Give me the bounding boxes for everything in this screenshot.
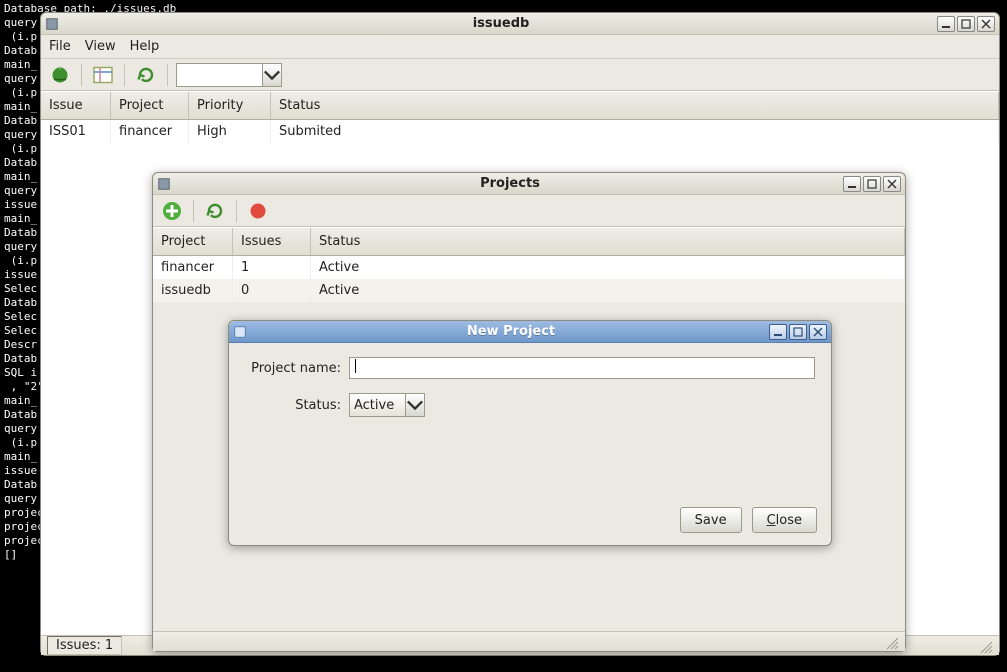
minimize-button[interactable] [769,324,787,340]
menu-help[interactable]: Help [130,39,160,54]
close-button[interactable] [809,324,827,340]
table-row[interactable]: issuedb 0 Active [153,279,905,302]
status-issue-count: Issues: 1 [47,636,122,655]
cell-project: issuedb [153,279,233,302]
cell-issues: 1 [233,256,311,279]
filter-combo[interactable] [176,63,282,87]
cell-issue: ISS01 [41,120,111,143]
toolbar-separator [124,64,125,86]
col-project[interactable]: Project [153,228,233,255]
status-combo[interactable]: Active [349,393,425,417]
toolbar-separator [236,200,237,222]
chevron-down-icon[interactable] [406,394,424,416]
close-button[interactable] [883,176,901,192]
resize-grip-icon[interactable] [883,634,899,650]
table-row[interactable]: ISS01 financer High Submited [41,120,999,143]
cell-issues: 0 [233,279,311,302]
text-caret-icon [355,359,356,373]
add-project-button[interactable] [159,199,185,223]
app-icon [45,17,59,31]
project-name-label: Project name: [245,361,341,376]
app-icon [157,177,171,191]
projects-window-titlebar[interactable]: Projects [153,173,905,195]
maximize-button[interactable] [789,324,807,340]
main-window-title: issuedb [65,16,937,31]
col-status[interactable]: Status [271,92,999,119]
refresh-button[interactable] [133,63,159,87]
new-project-title: New Project [253,324,769,339]
cell-status: Active [311,256,905,279]
issues-table-header: Issue Project Priority Status [41,91,999,120]
main-toolbar [41,59,999,91]
toolbar-separator [167,64,168,86]
minimize-button[interactable] [937,16,955,32]
menu-view[interactable]: View [85,39,116,54]
projects-toolbar [153,195,905,227]
toolbar-separator [81,64,82,86]
close-dialog-button[interactable]: Close [752,507,817,533]
save-button[interactable]: Save [680,507,742,533]
chevron-down-icon[interactable] [263,64,281,86]
col-priority[interactable]: Priority [189,92,271,119]
app-icon [233,325,247,339]
table-row[interactable]: financer 1 Active [153,256,905,279]
filter-combo-value [177,64,263,86]
col-project[interactable]: Project [111,92,189,119]
status-label: Status: [245,398,341,413]
cell-priority: High [189,120,271,143]
cell-status: Active [311,279,905,302]
minimize-button[interactable] [843,176,861,192]
resize-grip-icon[interactable] [977,638,993,654]
col-issue[interactable]: Issue [41,92,111,119]
projects-table-header: Project Issues Status [153,227,905,256]
menubar: File View Help [41,35,999,59]
refresh-projects-button[interactable] [202,199,228,223]
cell-project: financer [111,120,189,143]
toolbar-separator [193,200,194,222]
delete-project-button[interactable] [245,199,271,223]
status-combo-value: Active [350,394,406,416]
maximize-button[interactable] [863,176,881,192]
close-button[interactable] [977,16,995,32]
projects-window-title: Projects [177,176,843,191]
projects-button[interactable] [90,63,116,87]
col-status[interactable]: Status [311,228,905,255]
new-issue-button[interactable] [47,63,73,87]
cell-status: Submited [271,120,999,143]
maximize-button[interactable] [957,16,975,32]
new-project-dialog: New Project Project name: Status: Active… [228,320,832,546]
main-window-titlebar[interactable]: issuedb [41,13,999,35]
menu-file[interactable]: File [49,39,71,54]
col-issues[interactable]: Issues [233,228,311,255]
cell-project: financer [153,256,233,279]
new-project-titlebar[interactable]: New Project [229,321,831,343]
projects-statusbar [153,631,905,651]
project-name-input[interactable] [349,357,815,379]
